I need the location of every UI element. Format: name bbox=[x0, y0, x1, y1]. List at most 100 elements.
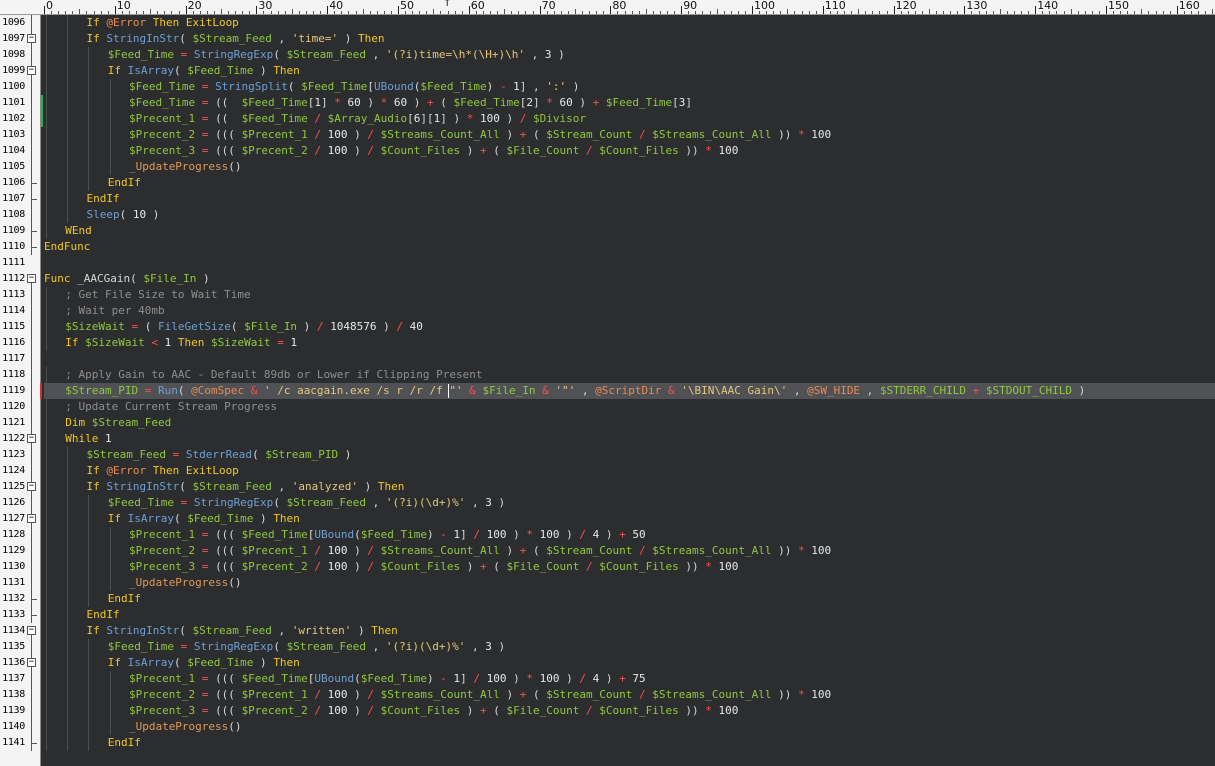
fold-collapse-icon[interactable]: − bbox=[27, 34, 36, 43]
code-line[interactable]: EndFunc bbox=[44, 239, 1215, 255]
gutter-row[interactable]: 1102 bbox=[0, 111, 40, 127]
gutter-row[interactable]: 1136− bbox=[0, 655, 40, 671]
code-line[interactable]: EndIf bbox=[44, 607, 1215, 623]
code-line[interactable]: EndIf bbox=[44, 191, 1215, 207]
code-line[interactable]: If StringInStr( $Stream_Feed , 'written'… bbox=[44, 623, 1215, 639]
gutter-row[interactable]: 1114 bbox=[0, 303, 40, 319]
gutter-row[interactable]: 1121 bbox=[0, 415, 40, 431]
current-code-line[interactable]: $Stream_PID = Run( @ComSpec & ' /c aacga… bbox=[44, 383, 1215, 399]
gutter-row[interactable]: 1111 bbox=[0, 255, 40, 271]
gutter-row[interactable]: 1117 bbox=[0, 351, 40, 367]
gutter-row[interactable]: 1128 bbox=[0, 527, 40, 543]
gutter-row[interactable]: 1110 bbox=[0, 239, 40, 255]
fold-collapse-icon[interactable]: − bbox=[27, 274, 36, 283]
code-line[interactable]: Dim $Stream_Feed bbox=[44, 415, 1215, 431]
gutter-row[interactable]: 1122− bbox=[0, 431, 40, 447]
gutter-row[interactable]: 1141 bbox=[0, 735, 40, 751]
code-line[interactable]: If $SizeWait < 1 Then $SizeWait = 1 bbox=[44, 335, 1215, 351]
code-line[interactable]: $Precent_2 = ((( $Precent_1 / 100 ) / $S… bbox=[44, 127, 1215, 143]
gutter-row[interactable]: 1104 bbox=[0, 143, 40, 159]
gutter-row[interactable]: 1107 bbox=[0, 191, 40, 207]
code-line[interactable]: $Precent_1 = ((( $Feed_Time[UBound($Feed… bbox=[44, 527, 1215, 543]
gutter-row[interactable]: 1113 bbox=[0, 287, 40, 303]
code-line[interactable]: EndIf bbox=[44, 591, 1215, 607]
code-line[interactable]: ; Apply Gain to AAC - Default 89db or Lo… bbox=[44, 367, 1215, 383]
gutter-row[interactable]: 1126 bbox=[0, 495, 40, 511]
code-line[interactable]: ; Update Current Stream Progress bbox=[44, 399, 1215, 415]
code-line[interactable]: EndIf bbox=[44, 175, 1215, 191]
code-line[interactable]: WEnd bbox=[44, 223, 1215, 239]
fold-collapse-icon[interactable]: − bbox=[27, 626, 36, 635]
code-line[interactable]: $Feed_Time = StringRegExp( $Stream_Feed … bbox=[44, 495, 1215, 511]
code-line[interactable]: If StringInStr( $Stream_Feed , 'time=' )… bbox=[44, 31, 1215, 47]
gutter-row[interactable]: 1131 bbox=[0, 575, 40, 591]
code-line[interactable]: $SizeWait = ( FileGetSize( $File_In ) / … bbox=[44, 319, 1215, 335]
code-line[interactable]: $Precent_1 = (( $Feed_Time / $Array_Audi… bbox=[44, 111, 1215, 127]
gutter-row[interactable]: 1125− bbox=[0, 479, 40, 495]
gutter-row[interactable]: 1133 bbox=[0, 607, 40, 623]
gutter-row[interactable]: 1097− bbox=[0, 31, 40, 47]
gutter-row[interactable]: 1134− bbox=[0, 623, 40, 639]
gutter-row[interactable]: 1140 bbox=[0, 719, 40, 735]
fold-collapse-icon[interactable]: − bbox=[27, 482, 36, 491]
code-line[interactable]: $Feed_Time = (( $Feed_Time[1] * 60 ) * 6… bbox=[44, 95, 1215, 111]
gutter-row[interactable]: 1096 bbox=[0, 15, 40, 31]
gutter-row[interactable]: 1123 bbox=[0, 447, 40, 463]
code-line[interactable]: If @Error Then ExitLoop bbox=[44, 463, 1215, 479]
gutter-row[interactable]: 1118 bbox=[0, 367, 40, 383]
code-line[interactable]: If StringInStr( $Stream_Feed , 'analyzed… bbox=[44, 479, 1215, 495]
code-line[interactable]: $Feed_Time = StringRegExp( $Stream_Feed … bbox=[44, 47, 1215, 63]
code-line[interactable]: _UpdateProgress() bbox=[44, 159, 1215, 175]
fold-collapse-icon[interactable]: − bbox=[27, 434, 36, 443]
code-line[interactable]: ; Wait per 40mb bbox=[44, 303, 1215, 319]
code-editor[interactable]: T 0 10 20 30 40 50 60 70 80 90 100 110 120 130 140 150 1… bbox=[0, 0, 1215, 766]
gutter-row[interactable]: 1138 bbox=[0, 687, 40, 703]
code-line[interactable]: EndIf bbox=[44, 735, 1215, 751]
gutter-row[interactable]: 1098 bbox=[0, 47, 40, 63]
gutter-row[interactable]: 1106 bbox=[0, 175, 40, 191]
line-number-gutter[interactable]: 1096 1097−1098 1099−1100 1101 1102 1103 1104 11… bbox=[0, 15, 41, 766]
code-line[interactable]: If @Error Then ExitLoop bbox=[44, 15, 1215, 31]
fold-collapse-icon[interactable]: − bbox=[27, 66, 36, 75]
gutter-row[interactable]: 1116 bbox=[0, 335, 40, 351]
code-line[interactable] bbox=[44, 255, 1215, 271]
fold-collapse-icon[interactable]: − bbox=[27, 514, 36, 523]
code-line[interactable]: Sleep( 10 ) bbox=[44, 207, 1215, 223]
fold-collapse-icon[interactable]: − bbox=[27, 658, 36, 667]
code-line[interactable]: ; Get File Size to Wait Time bbox=[44, 287, 1215, 303]
code-line[interactable] bbox=[44, 351, 1215, 367]
code-line[interactable]: _UpdateProgress() bbox=[44, 719, 1215, 735]
code-line[interactable]: $Precent_2 = ((( $Precent_1 / 100 ) / $S… bbox=[44, 687, 1215, 703]
code-line[interactable]: $Precent_3 = ((( $Precent_2 / 100 ) / $C… bbox=[44, 703, 1215, 719]
code-line[interactable]: $Precent_3 = ((( $Precent_2 / 100 ) / $C… bbox=[44, 559, 1215, 575]
code-area[interactable]: If @Error Then ExitLoop If StringInStr( $… bbox=[44, 15, 1215, 766]
gutter-row[interactable]: 1100 bbox=[0, 79, 40, 95]
gutter-row[interactable]: 1105 bbox=[0, 159, 40, 175]
gutter-row[interactable]: 1139 bbox=[0, 703, 40, 719]
code-line[interactable]: $Precent_3 = ((( $Precent_2 / 100 ) / $C… bbox=[44, 143, 1215, 159]
gutter-row[interactable]: 1099− bbox=[0, 63, 40, 79]
gutter-row[interactable]: 1101 bbox=[0, 95, 40, 111]
code-line[interactable]: $Feed_Time = StringSplit( $Feed_Time[UBo… bbox=[44, 79, 1215, 95]
code-line[interactable]: Func _AACGain( $File_In ) bbox=[44, 271, 1215, 287]
gutter-row[interactable]: 1132 bbox=[0, 591, 40, 607]
code-line[interactable]: If IsArray( $Feed_Time ) Then bbox=[44, 63, 1215, 79]
gutter-row[interactable]: 1124 bbox=[0, 463, 40, 479]
gutter-row[interactable]: 1120 bbox=[0, 399, 40, 415]
gutter-row[interactable]: 1108 bbox=[0, 207, 40, 223]
gutter-row[interactable]: 1130 bbox=[0, 559, 40, 575]
gutter-row[interactable]: 1135 bbox=[0, 639, 40, 655]
code-line[interactable]: While 1 bbox=[44, 431, 1215, 447]
code-line[interactable]: _UpdateProgress() bbox=[44, 575, 1215, 591]
gutter-row[interactable]: 1129 bbox=[0, 543, 40, 559]
code-line[interactable]: If IsArray( $Feed_Time ) Then bbox=[44, 655, 1215, 671]
code-line[interactable]: $Precent_2 = ((( $Precent_1 / 100 ) / $S… bbox=[44, 543, 1215, 559]
gutter-row[interactable]: 1127− bbox=[0, 511, 40, 527]
gutter-row[interactable]: 1112− bbox=[0, 271, 40, 287]
gutter-row[interactable]: 1109 bbox=[0, 223, 40, 239]
gutter-row[interactable]: 1115 bbox=[0, 319, 40, 335]
gutter-row[interactable]: 1119 bbox=[0, 383, 40, 399]
code-line[interactable]: $Feed_Time = StringRegExp( $Stream_Feed … bbox=[44, 639, 1215, 655]
gutter-row[interactable]: 1137 bbox=[0, 671, 40, 687]
code-line[interactable]: $Precent_1 = ((( $Feed_Time[UBound($Feed… bbox=[44, 671, 1215, 687]
